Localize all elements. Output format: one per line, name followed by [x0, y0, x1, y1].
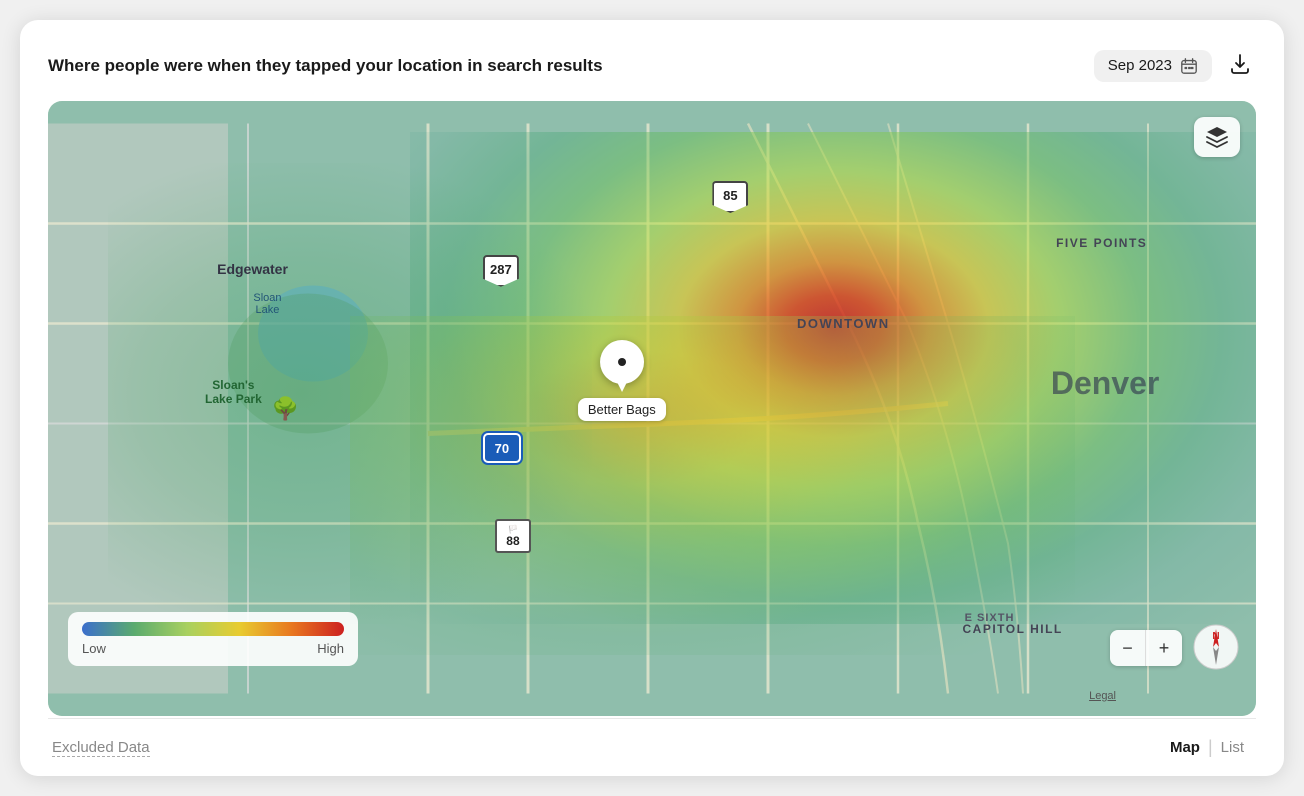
legend-low: Low [82, 641, 106, 656]
download-icon [1228, 52, 1252, 76]
date-picker-button[interactable]: Sep 2023 [1094, 50, 1212, 82]
download-button[interactable] [1224, 48, 1256, 83]
date-label: Sep 2023 [1108, 57, 1172, 74]
pin-dot [618, 358, 626, 366]
zoom-in-button[interactable]: + [1146, 630, 1182, 666]
excluded-data-link[interactable]: Excluded Data [52, 739, 150, 757]
pin-bubble [600, 340, 644, 384]
legend-high: High [317, 641, 344, 656]
park-icon: 🌳 [271, 396, 298, 422]
view-toggle: Map | List [1162, 735, 1252, 760]
zoom-out-button[interactable]: − [1110, 630, 1146, 666]
zoom-controls: − + [1110, 630, 1182, 666]
map-view-button[interactable]: Map [1162, 735, 1208, 760]
list-view-button[interactable]: List [1213, 735, 1252, 760]
header-controls: Sep 2023 [1094, 48, 1256, 83]
footer: Excluded Data Map | List [48, 718, 1256, 776]
legend: Low High [68, 612, 358, 666]
main-card: Where people were when they tapped your … [20, 20, 1284, 776]
location-pin[interactable]: Better Bags [578, 340, 666, 421]
pin-label: Better Bags [578, 398, 666, 421]
header: Where people were when they tapped your … [48, 48, 1256, 83]
map-toggle-button[interactable] [1194, 117, 1240, 157]
map-container[interactable]: Denver DOWNTOWN FIVE POINTS CAPITOL HILL… [48, 101, 1256, 716]
page-title: Where people were when they tapped your … [48, 56, 603, 76]
legal-link[interactable]: Legal [1089, 690, 1116, 702]
svg-text:N: N [1212, 631, 1219, 642]
calendar-icon [1180, 57, 1198, 75]
compass: N [1192, 623, 1240, 671]
legend-gradient-bar [82, 622, 344, 636]
map-layers-icon [1205, 125, 1229, 149]
legend-labels: Low High [82, 641, 344, 656]
